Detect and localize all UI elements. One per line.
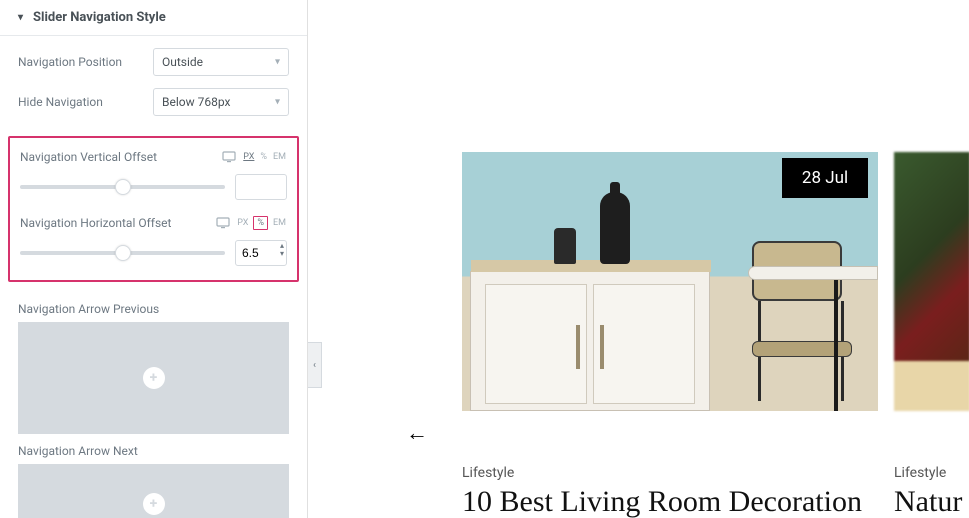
horizontal-offset-slider[interactable]	[20, 251, 225, 255]
section-title: Slider Navigation Style	[33, 10, 166, 25]
slide-2-image[interactable]	[894, 152, 969, 411]
unit-px[interactable]: PX	[236, 218, 249, 228]
vertical-offset-header: Navigation Vertical Offset PX % EM	[10, 138, 297, 170]
vertical-offset-label: Navigation Vertical Offset	[20, 150, 216, 164]
hide-navigation-label: Hide Navigation	[18, 95, 153, 109]
horizontal-offset-slider-row: ▴▾	[10, 236, 297, 270]
slide-2-title[interactable]: Natur	[894, 485, 969, 518]
settings-sidebar: ▾ Slider Navigation Style Navigation Pos…	[0, 0, 308, 518]
date-badge: 28 Jul	[782, 158, 868, 198]
caret-down-icon: ▾	[18, 12, 23, 23]
navigation-position-select[interactable]: Outside ▾	[153, 48, 289, 76]
desktop-icon[interactable]	[222, 151, 236, 163]
vertical-offset-slider[interactable]	[20, 185, 225, 189]
hide-navigation-select[interactable]: Below 768px ▾	[153, 88, 289, 116]
horizontal-offset-header: Navigation Horizontal Offset PX % EM	[10, 204, 297, 236]
vertical-offset-input[interactable]	[235, 174, 287, 200]
horizontal-offset-label: Navigation Horizontal Offset	[20, 216, 210, 230]
preview-canvas: ‹ ← 28 Jul Lifestyle 10 Best Living Room…	[308, 0, 969, 518]
arrow-previous-label: Navigation Arrow Previous	[0, 292, 307, 322]
slide-1: 28 Jul Lifestyle 10 Best Living Room Dec…	[462, 152, 878, 518]
unit-pct[interactable]: %	[259, 152, 268, 162]
arrow-previous-image-picker[interactable]: +	[18, 322, 289, 434]
vertical-offset-slider-row	[10, 170, 297, 204]
plus-icon: +	[143, 367, 165, 389]
arrow-next-label: Navigation Arrow Next	[0, 434, 307, 464]
slide-2-category[interactable]: Lifestyle	[894, 465, 969, 481]
number-stepper[interactable]: ▴▾	[280, 242, 284, 258]
hide-navigation-row: Hide Navigation Below 768px ▾	[0, 76, 307, 126]
slide-1-image[interactable]: 28 Jul	[462, 152, 878, 411]
section-header[interactable]: ▾ Slider Navigation Style	[0, 0, 307, 36]
horizontal-unit-toggle: PX % EM	[236, 216, 287, 230]
plus-icon: +	[143, 493, 165, 515]
unit-em[interactable]: EM	[272, 218, 287, 228]
navigation-position-row: Navigation Position Outside ▾	[0, 36, 307, 76]
slide-2: Lifestyle Natur	[894, 152, 969, 518]
chevron-down-icon: ▾	[275, 97, 280, 108]
offset-highlight-group: Navigation Vertical Offset PX % EM Navig…	[8, 136, 299, 282]
slide-1-title[interactable]: 10 Best Living Room Decoration	[462, 485, 878, 518]
chevron-down-icon: ▾	[275, 57, 280, 68]
navigation-position-label: Navigation Position	[18, 55, 153, 69]
vertical-unit-toggle: PX % EM	[242, 152, 287, 162]
collapse-sidebar-button[interactable]: ‹	[308, 342, 322, 388]
slide-1-category[interactable]: Lifestyle	[462, 465, 878, 481]
desktop-icon[interactable]	[216, 217, 230, 229]
unit-px[interactable]: PX	[242, 152, 255, 162]
slider-thumb[interactable]	[115, 245, 131, 261]
arrow-next-image-picker[interactable]: +	[18, 464, 289, 518]
slider-thumb[interactable]	[115, 179, 131, 195]
slider-prev-arrow[interactable]: ←	[406, 420, 428, 446]
unit-em[interactable]: EM	[272, 152, 287, 162]
unit-pct[interactable]: %	[253, 216, 268, 230]
